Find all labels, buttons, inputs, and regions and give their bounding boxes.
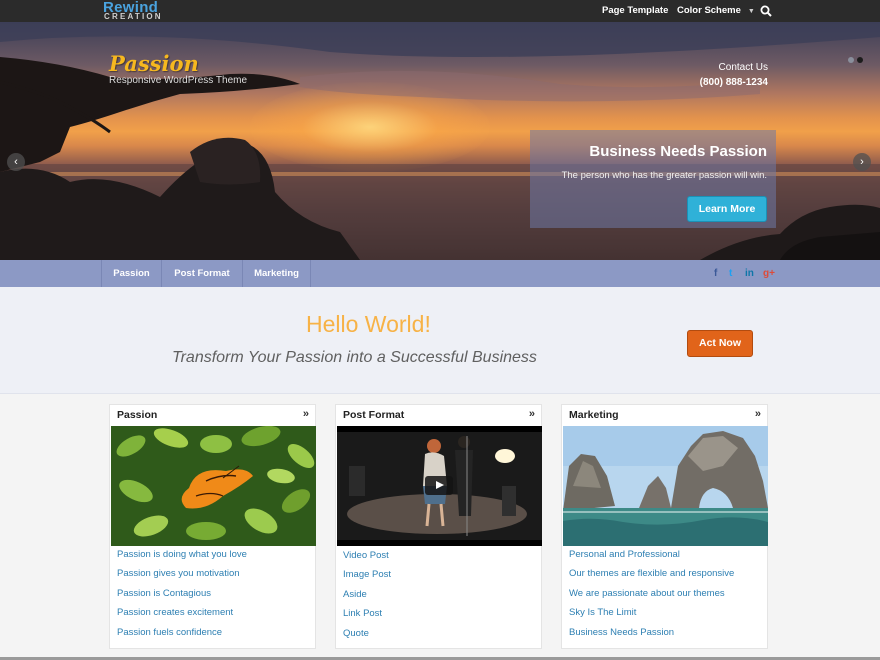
admin-top-bar: Rewind CREATION Page Template Color Sche… — [0, 0, 880, 22]
intro-title: Hello World! — [306, 311, 431, 337]
color-scheme-menu[interactable]: Color Scheme ▼ — [677, 0, 755, 22]
list-item-link[interactable]: Image Post — [343, 569, 391, 588]
widget-link-list: Passion is doing what you love Passion g… — [117, 549, 247, 646]
slide-caption: Business Needs Passion The person who ha… — [530, 130, 776, 228]
widget-passion: Passion » Passion is doing what you love… — [109, 404, 316, 649]
list-item-link[interactable]: Passion is Contagious — [117, 588, 247, 607]
slide-dot-2[interactable] — [857, 57, 863, 63]
slide-dot-1[interactable] — [848, 57, 854, 63]
widget-link-list: Video Post Image Post Aside Link Post Qu… — [343, 550, 391, 647]
nav-item-marketing[interactable]: Marketing — [243, 260, 311, 287]
main-navigation: Passion Post Format Marketing f t in g+ — [0, 260, 880, 287]
list-item-link[interactable]: Link Post — [343, 608, 391, 627]
hero-slider: Passion Responsive WordPress Theme Conta… — [0, 22, 880, 260]
slider-next-arrow-icon[interactable]: › — [853, 153, 871, 171]
list-item-link[interactable]: Passion creates excitement — [117, 607, 247, 626]
page-template-menu[interactable]: Page Template — [602, 0, 668, 22]
video-thumbnail[interactable] — [337, 426, 542, 546]
list-item-link[interactable]: Sky Is The Limit — [569, 607, 734, 626]
list-item-link[interactable]: Passion fuels confidence — [117, 627, 247, 646]
slide-text: The person who has the greater passion w… — [561, 170, 767, 181]
list-item-link[interactable]: Personal and Professional — [569, 549, 734, 568]
list-item-link[interactable]: Quote — [343, 628, 391, 647]
slider-prev-arrow-icon[interactable]: ‹ — [7, 153, 25, 171]
twitter-icon[interactable]: t — [729, 268, 732, 280]
logo-sub-text: CREATION — [104, 12, 163, 21]
double-chevron-right-icon[interactable]: » — [529, 408, 535, 420]
list-item-link[interactable]: Our themes are flexible and responsive — [569, 568, 734, 587]
linkedin-icon[interactable]: in — [745, 268, 754, 280]
list-item-link[interactable]: Passion is doing what you love — [117, 549, 247, 568]
slide-heading: Business Needs Passion — [589, 143, 767, 160]
widget-link-list: Personal and Professional Our themes are… — [569, 549, 734, 646]
list-item-link[interactable]: Video Post — [343, 550, 391, 569]
intro-subtitle: Transform Your Passion into a Successful… — [172, 349, 537, 366]
chevron-down-icon: ▼ — [747, 8, 755, 15]
act-now-button[interactable]: Act Now — [687, 330, 753, 357]
list-item-link[interactable]: We are passionate about our themes — [569, 588, 734, 607]
sea-arch-image-art — [563, 426, 768, 546]
slider-pagination — [848, 50, 866, 68]
list-item-link[interactable]: Aside — [343, 589, 391, 608]
sea-arch-image[interactable] — [563, 426, 768, 546]
widget-marketing: Marketing » Personal and Professional Ou… — [561, 404, 768, 649]
butterfly-image-art — [111, 426, 316, 546]
widget-post-format: Post Format » Video Post Image Post Asid… — [335, 404, 542, 649]
color-scheme-label: Color Scheme — [677, 5, 741, 16]
site-tagline: Responsive WordPress Theme — [109, 75, 248, 86]
google-plus-icon[interactable]: g+ — [763, 268, 775, 280]
nav-item-passion[interactable]: Passion — [101, 260, 162, 287]
phone-number: (800) 888-1234 — [699, 77, 768, 88]
play-icon[interactable] — [425, 476, 453, 495]
widget-title[interactable]: Post Format — [343, 409, 404, 421]
site-name: Passion — [109, 51, 199, 76]
widget-title[interactable]: Passion — [117, 409, 157, 421]
list-item-link[interactable]: Business Needs Passion — [569, 627, 734, 646]
contact-us-link[interactable]: Contact Us — [700, 60, 768, 75]
list-item-link[interactable]: Passion gives you motivation — [117, 568, 247, 587]
facebook-icon[interactable]: f — [714, 268, 717, 280]
nav-item-post-format[interactable]: Post Format — [162, 260, 243, 287]
learn-more-button[interactable]: Learn More — [687, 196, 767, 222]
search-icon[interactable] — [760, 5, 772, 17]
butterfly-image[interactable] — [111, 426, 316, 546]
rewind-creation-logo[interactable]: Rewind CREATION — [103, 0, 173, 21]
header-contact: Contact Us (800) 888-1234 — [700, 60, 768, 90]
double-chevron-right-icon[interactable]: » — [303, 408, 309, 420]
double-chevron-right-icon[interactable]: » — [755, 408, 761, 420]
site-branding[interactable]: Passion Responsive WordPress Theme — [109, 51, 248, 87]
widget-title[interactable]: Marketing — [569, 409, 619, 421]
intro-callout: Hello World! Transform Your Passion into… — [0, 287, 880, 394]
